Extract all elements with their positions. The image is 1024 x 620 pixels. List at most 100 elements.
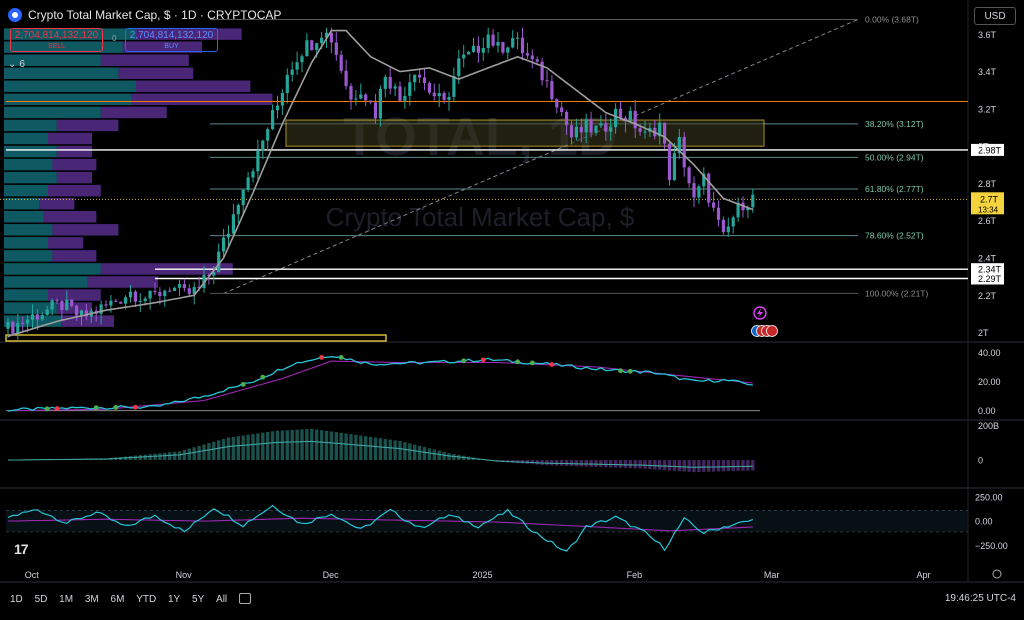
candle-body: [329, 32, 333, 43]
candle-body: [79, 310, 84, 316]
histogram-bar: [682, 460, 686, 472]
candle-body: [373, 102, 378, 119]
candle-body: [398, 86, 402, 101]
histogram-bar: [422, 447, 427, 461]
timeframe-1y[interactable]: 1Y: [168, 594, 180, 605]
candle-body: [716, 207, 721, 220]
histogram-bar: [408, 443, 412, 461]
timeframe-5d[interactable]: 5D: [35, 594, 48, 605]
candle-body: [560, 107, 564, 113]
candle-body: [687, 167, 691, 184]
candle-body: [70, 299, 74, 306]
volume-profile-down-bar: [136, 80, 251, 93]
date-range-calendar-icon[interactable]: [238, 593, 251, 605]
price-tick-label: 2T: [978, 328, 989, 338]
histogram-bar: [280, 430, 285, 461]
candle-body: [462, 54, 466, 59]
signal-dot: [480, 357, 486, 363]
volume-profile-up-bar: [4, 145, 57, 158]
candle-body: [614, 108, 618, 128]
buy-button[interactable]: 2,704,814,132,120 BUY: [125, 28, 218, 52]
histogram-bar: [564, 460, 569, 466]
candle-body: [177, 284, 182, 288]
supply-zone: [285, 119, 765, 147]
histogram-bar: [285, 430, 289, 461]
buy-price: 2,704,814,132,120: [129, 30, 214, 41]
currency-select[interactable]: USD: [974, 7, 1016, 25]
histogram-bar: [266, 432, 270, 461]
histogram-bar: [413, 444, 417, 461]
candle-body: [457, 58, 461, 77]
histogram-bar: [349, 434, 353, 461]
candle-body: [388, 76, 392, 89]
candle-body: [226, 233, 231, 238]
histogram-bar: [697, 460, 701, 473]
candle-body: [378, 88, 382, 119]
histogram-bar: [275, 430, 280, 461]
histogram-bar: [182, 450, 187, 461]
candle-body: [667, 143, 672, 181]
candle-body: [682, 137, 686, 168]
histogram-bar: [221, 438, 226, 461]
histogram-bar: [354, 434, 358, 461]
timeframe-ytd[interactable]: YTD: [136, 594, 156, 605]
fib-level-label: 38.20% (3.12T): [865, 119, 924, 129]
candle-body: [604, 123, 608, 132]
timeframe-all[interactable]: All: [216, 594, 227, 605]
histogram-bar: [589, 460, 593, 467]
settings-gear-icon: [992, 569, 1002, 579]
sell-button[interactable]: 2,704,814,132,120 SELL: [10, 28, 103, 52]
signal-dot: [338, 355, 344, 360]
timeframe-6m[interactable]: 6M: [111, 594, 125, 605]
histogram-bar: [711, 460, 716, 472]
signal-dot: [461, 358, 467, 364]
histogram-bar: [702, 460, 706, 472]
time-tick-label: Oct: [25, 570, 40, 580]
histogram-bar: [373, 437, 378, 461]
histogram-bar: [692, 460, 696, 473]
candle-body: [114, 300, 118, 302]
histogram-bar: [648, 460, 652, 470]
candle-body: [633, 110, 637, 129]
volume-profile-up-bar: [4, 80, 136, 93]
symbol-title[interactable]: Crypto Total Market Cap, $ · 1D · CRYPTO…: [28, 8, 281, 22]
histogram-bar: [721, 460, 726, 472]
candle-body: [672, 153, 676, 181]
volume-profile-up-bar: [4, 119, 57, 132]
candle-body: [569, 125, 574, 138]
timeframe-1d[interactable]: 1D: [10, 594, 23, 605]
signal-dot: [133, 404, 138, 410]
candle-body: [501, 42, 505, 53]
candle-body: [751, 194, 755, 208]
histogram-tick-label: 0: [978, 456, 983, 466]
rsi-tick-label: 0.00: [978, 406, 996, 416]
candle-body: [256, 150, 260, 172]
volume-profile-up-bar: [4, 237, 48, 249]
candle-body: [290, 69, 294, 75]
candle-body: [354, 98, 358, 100]
histogram-bar: [197, 445, 201, 461]
volume-profile-down-bar: [100, 106, 167, 119]
candle-body: [442, 93, 446, 100]
candle-body: [589, 119, 593, 133]
bottom-toolbar: 1D 5D 1M 3M 6M YTD 1Y 5Y All 19:46:25 UT…: [0, 588, 1024, 610]
histogram-bar: [403, 442, 407, 461]
candle-body: [65, 299, 69, 310]
histogram-bar: [677, 460, 681, 472]
candle-body: [99, 304, 103, 314]
candle-body: [55, 300, 59, 302]
timeframe-3m[interactable]: 3M: [85, 594, 99, 605]
tradingview-logo-icon[interactable]: 17: [14, 541, 29, 557]
fib-level-label: 61.80% (2.77T): [865, 184, 924, 194]
histogram-bar: [270, 431, 275, 461]
chart-canvas[interactable]: TOTAL, 1D Crypto Total Market Cap, $ 0.0…: [0, 0, 1024, 620]
indicators-toggle[interactable]: ⌄ 6: [8, 59, 25, 70]
candle-body: [413, 74, 417, 83]
candle-body: [45, 309, 49, 315]
timeframe-1m[interactable]: 1M: [59, 594, 73, 605]
volume-profile-up-bar: [4, 106, 101, 119]
sell-price: 2,704,814,132,120: [14, 30, 99, 41]
watermark-name: Crypto Total Market Cap, $: [326, 202, 635, 232]
timeframe-5y[interactable]: 5Y: [192, 594, 204, 605]
volume-profile-up-bar: [4, 289, 48, 301]
